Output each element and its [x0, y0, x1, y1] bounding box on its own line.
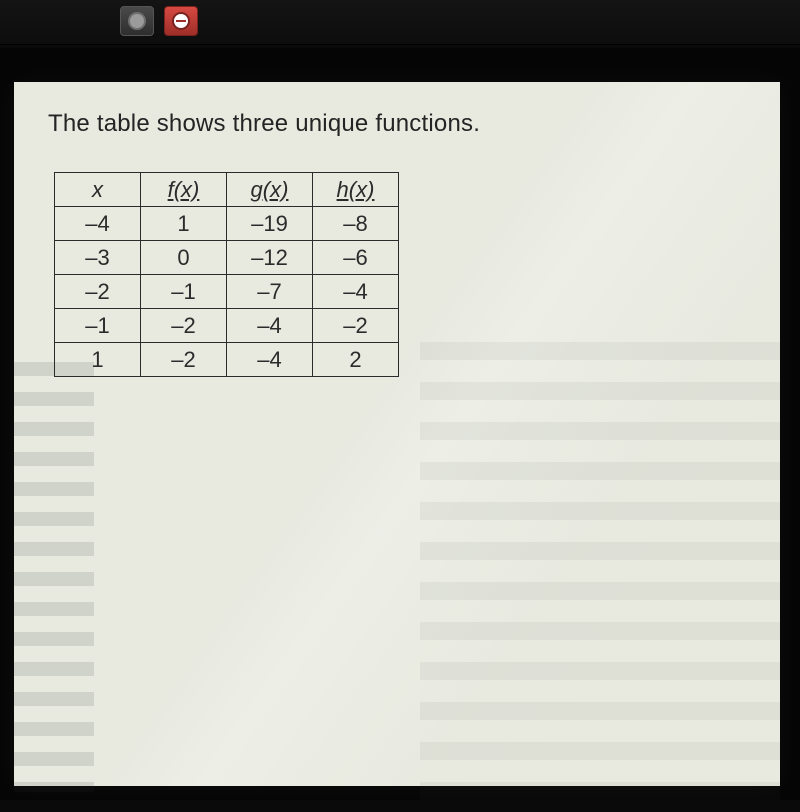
close-icon: [174, 14, 188, 28]
table-header-row: x f(x) g(x) h(x): [55, 173, 399, 207]
table-cell: –7: [227, 275, 313, 309]
table-cell: –4: [55, 207, 141, 241]
table-cell: –2: [141, 343, 227, 377]
table-cell: –4: [227, 309, 313, 343]
settings-button[interactable]: [120, 6, 154, 36]
table-cell: 0: [141, 241, 227, 275]
table-cell: –3: [55, 241, 141, 275]
table-cell: –19: [227, 207, 313, 241]
table-cell: –1: [141, 275, 227, 309]
table-cell: –12: [227, 241, 313, 275]
table-cell: –4: [313, 275, 399, 309]
gear-icon: [130, 14, 144, 28]
document-page: The table shows three unique functions. …: [14, 82, 780, 786]
col-x: x: [55, 173, 141, 207]
col-gx: g(x): [227, 173, 313, 207]
table-cell: 1: [55, 343, 141, 377]
table-cell: –2: [313, 309, 399, 343]
table-row: –30–12–6: [55, 241, 399, 275]
table-cell: –6: [313, 241, 399, 275]
table-cell: –8: [313, 207, 399, 241]
table-cell: –4: [227, 343, 313, 377]
photo-reflection-right: [420, 342, 780, 812]
table-row: –41–19–8: [55, 207, 399, 241]
table-cell: 2: [313, 343, 399, 377]
table-row: 1–2–42: [55, 343, 399, 377]
col-hx: h(x): [313, 173, 399, 207]
col-fx: f(x): [141, 173, 227, 207]
table-cell: –2: [141, 309, 227, 343]
table-cell: 1: [141, 207, 227, 241]
window-toolbar: [0, 0, 800, 45]
table-row: –2–1–7–4: [55, 275, 399, 309]
table-cell: –2: [55, 275, 141, 309]
screen-area: The table shows three unique functions. …: [0, 48, 800, 800]
table-row: –1–2–4–2: [55, 309, 399, 343]
photo-reflection-left: [14, 362, 94, 792]
close-button[interactable]: [164, 6, 198, 36]
table-body: –41–19–8–30–12–6–2–1–7–4–1–2–4–21–2–42: [55, 207, 399, 377]
table-cell: –1: [55, 309, 141, 343]
function-table: x f(x) g(x) h(x) –41–19–8–30–12–6–2–1–7–…: [54, 172, 399, 377]
page-title: The table shows three unique functions.: [48, 110, 746, 138]
